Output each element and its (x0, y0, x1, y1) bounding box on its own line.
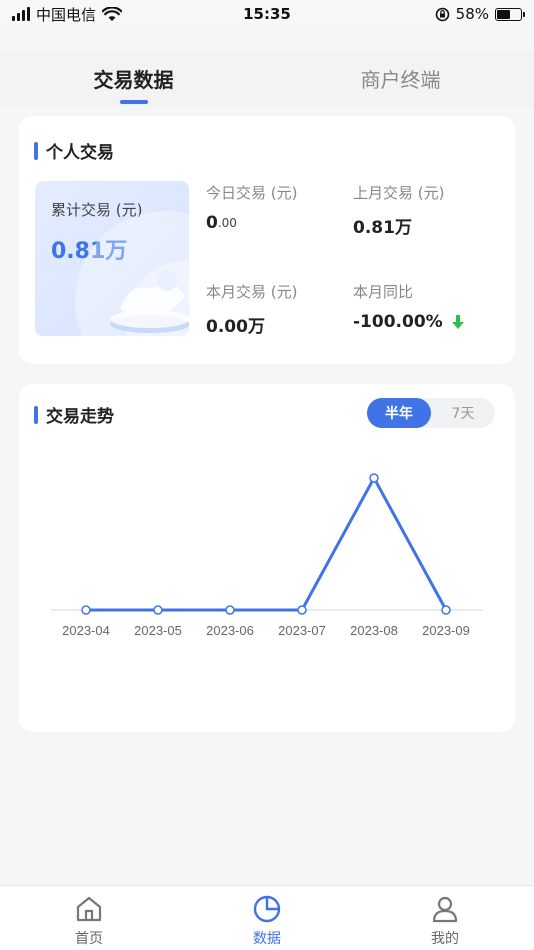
today-value: 0.00 (206, 213, 297, 233)
title-accent-bar (34, 405, 38, 424)
x-tick-label: 2023-06 (206, 623, 254, 638)
x-tick-label: 2023-04 (62, 623, 110, 638)
x-tick-label: 2023-08 (350, 623, 398, 638)
signal-icon (12, 7, 30, 21)
status-left: 中国电信 (12, 4, 123, 25)
personal-title-text: 个人交易 (46, 143, 114, 163)
yoy-value-row: -100.00% (353, 312, 465, 332)
data-point-2023-05[interactable] (153, 605, 163, 615)
arrow-down-icon (451, 315, 464, 329)
title-accent-bar (34, 141, 38, 160)
trend-title-text: 交易走势 (46, 407, 114, 427)
nav-data[interactable]: 数据 (178, 886, 356, 950)
rotation-lock-icon (435, 7, 449, 21)
x-tick-label: 2023-05 (134, 623, 182, 638)
nav-data-label: 数据 (253, 931, 281, 947)
tab-merchant-terminal[interactable]: 商户终端 (267, 50, 534, 106)
today-value-decimal: .00 (217, 216, 237, 230)
toggle-half-year[interactable]: 半年 (367, 398, 431, 428)
total-transactions-box[interactable]: 累计交易 (元) 0.81万 (35, 181, 189, 336)
yoy-label: 本月同比 (353, 283, 414, 301)
trend-series-line (86, 476, 448, 612)
trend-section-title: 交易走势 (34, 402, 114, 427)
toggle-7-days[interactable]: 7天 (431, 398, 495, 428)
status-bar: 中国电信 15:35 58% (0, 0, 534, 28)
this-month-label: 本月交易 (元) (206, 283, 298, 301)
personal-transactions-card: 个人交易 累计交易 (元) 0.81万 今日交易 (元) 0.00 上月交易 (… (19, 116, 515, 364)
pie-chart-icon (253, 895, 281, 923)
battery-percent: 58% (455, 5, 489, 23)
data-point-2023-06[interactable] (225, 605, 235, 615)
top-tabs: 交易数据 商户终端 (0, 50, 534, 106)
period-toggle: 半年 7天 (367, 398, 495, 428)
nav-mine-label: 我的 (431, 931, 459, 947)
trend-line-chart: 2023-04 2023-05 2023-06 2023-07 2023-08 2023-… (51, 473, 483, 638)
this-month-value: 0.00万 (206, 317, 265, 337)
personal-section-title: 个人交易 (34, 138, 114, 163)
user-icon (432, 896, 458, 923)
bottom-nav: 首页 数据 我的 (0, 885, 534, 950)
x-tick-label: 2023-09 (422, 623, 470, 638)
data-point-2023-07[interactable] (297, 605, 307, 615)
x-tick-label: 2023-07 (278, 623, 326, 638)
coin-stack-illustration (75, 211, 189, 336)
last-month-value: 0.81万 (353, 218, 412, 238)
today-label: 今日交易 (元) (206, 184, 298, 202)
status-right: 58% (435, 5, 525, 23)
this-month-stat: 本月交易 (元) 0.00万 (206, 281, 297, 337)
tab-transaction-data[interactable]: 交易数据 (0, 50, 267, 106)
nav-home-label: 首页 (75, 931, 103, 947)
battery-icon (495, 7, 525, 21)
data-point-2023-08[interactable] (369, 473, 379, 483)
wifi-icon (102, 6, 123, 21)
today-stat: 今日交易 (元) 0.00 (206, 182, 297, 233)
yoy-stat: 本月同比 -100.00% (353, 281, 465, 332)
carrier-name: 中国电信 (36, 5, 97, 24)
nav-home[interactable]: 首页 (0, 886, 178, 950)
yoy-value: -100.00% (353, 312, 443, 332)
today-value-main: 0 (206, 213, 218, 233)
home-icon (76, 896, 102, 922)
trend-card: 交易走势 半年 7天 2023-04 2023-05 2023-06 2023-07 2… (19, 384, 515, 732)
nav-mine[interactable]: 我的 (356, 886, 534, 950)
data-point-2023-09[interactable] (441, 605, 451, 615)
last-month-stat: 上月交易 (元) 0.81万 (353, 182, 444, 238)
last-month-label: 上月交易 (元) (353, 184, 445, 202)
data-point-2023-04[interactable] (81, 605, 91, 615)
